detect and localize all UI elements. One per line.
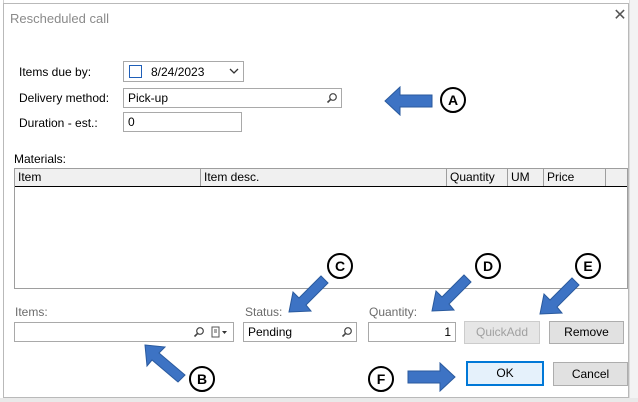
callout-f: F [368,366,394,392]
search-icon[interactable] [341,326,353,341]
column-header-item-desc[interactable]: Item desc. [201,169,447,186]
search-icon[interactable] [326,92,338,107]
remove-button[interactable]: Remove [549,321,624,344]
duration-field[interactable]: 0 [123,112,242,132]
quantity-field[interactable]: 1 [368,322,456,342]
close-icon[interactable]: ✕ [612,8,628,24]
status-value: Pending [248,325,293,339]
ok-button[interactable]: OK [466,361,544,386]
cancel-button[interactable]: Cancel [553,362,628,386]
items-due-by-datepicker[interactable]: 8/24/2023 [123,61,244,82]
column-header-item[interactable]: Item [15,169,201,186]
materials-label: Materials: [14,152,67,166]
background-bottom-edge [0,398,638,402]
callout-a: A [440,87,466,113]
materials-grid[interactable]: Item Item desc. Quantity UM Price [14,168,628,289]
duration-value: 0 [128,115,135,129]
chevron-down-icon[interactable] [228,65,240,80]
dialog-title: Rescheduled call [10,11,110,26]
annotation-arrow-d [430,273,474,313]
annotation-arrow-b [143,343,187,383]
background-right-edge [629,0,638,402]
quickadd-button[interactable]: QuickAdd [464,321,540,344]
column-header-price[interactable]: Price [544,169,606,186]
duration-label: Duration - est.: [19,116,98,130]
annotation-arrow-c [287,274,331,314]
callout-c: C [327,253,353,279]
items-field[interactable] [14,322,234,342]
items-label: Items: [15,305,48,319]
delivery-method-value: Pick-up [128,91,169,105]
callout-d: D [475,253,501,279]
items-due-by-label: Items due by: [19,65,92,79]
callout-e: E [575,253,601,279]
document-dropdown-icon[interactable] [211,326,229,341]
column-header-um[interactable]: UM [508,169,544,186]
quantity-label: Quantity: [369,305,418,319]
callout-b: B [189,366,215,392]
quantity-value: 1 [444,325,451,339]
status-label: Status: [245,305,283,319]
search-icon[interactable] [193,326,205,341]
date-checkbox[interactable] [129,65,142,78]
grid-header: Item Item desc. Quantity UM Price [15,169,627,187]
annotation-arrow-a [384,86,434,116]
annotation-arrow-e [538,276,582,316]
column-header-quantity[interactable]: Quantity [447,169,508,186]
items-due-by-value: 8/24/2023 [151,65,205,79]
delivery-method-label: Delivery method: [19,91,110,105]
delivery-method-field[interactable]: Pick-up [123,88,342,108]
annotation-arrow-f [406,362,456,392]
status-field[interactable]: Pending [243,322,357,342]
